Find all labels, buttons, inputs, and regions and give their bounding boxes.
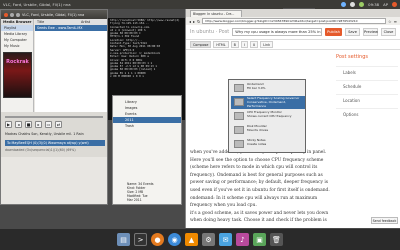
- download-status: downloaded (Ov(sequencial)1)(1)(60) (69%…: [5, 148, 76, 152]
- settings-location[interactable]: Location: [336, 94, 398, 108]
- vlc-icon[interactable]: ▲: [185, 233, 198, 246]
- back-icon[interactable]: ◂: [189, 19, 191, 24]
- minimize-icon[interactable]: [10, 12, 14, 17]
- files-icon[interactable]: ▤: [117, 233, 130, 246]
- navigation-bar: ◂ ▸ ↻ http://www.blogger.com/blogger.g?b…: [186, 17, 400, 25]
- now-playing-text: Madras Chakhs Son, Kenstly, Ursbile mil.…: [5, 132, 84, 136]
- fm-info-panel: Name: 34 Events Kind: Folder Size: 2 MB …: [127, 182, 177, 202]
- post-title-input[interactable]: Why my cpu usage is always more than 25%…: [232, 28, 322, 36]
- fm-item-trash[interactable]: Trash: [113, 123, 181, 129]
- applet-row-selected[interactable]: Select Frequency Scaling Governor Conser…: [231, 96, 305, 109]
- applet-thumb-icon: [234, 112, 244, 120]
- next-button[interactable]: ▸: [35, 121, 42, 128]
- settings-schedule[interactable]: Schedule: [336, 80, 398, 94]
- link-button[interactable]: Link: [260, 41, 274, 48]
- player-titlebar[interactable]: VLC, Ford, Ursbile, Gödal, Fli(1) nna: [1, 10, 107, 19]
- post-settings-panel: Post settings Labels Schedule Location O…: [336, 54, 398, 224]
- terminal-line: x 00 M 000000 x 0 0 x: [110, 75, 144, 79]
- italic-button[interactable]: I: [240, 41, 248, 48]
- applet-desc: Mounts drives: [247, 127, 269, 132]
- media-player-window: VLC, Ford, Ursbile, Gödal, Fli(1) nna Me…: [0, 9, 108, 205]
- tab-blogger[interactable]: Blogger: In ubuntu - Cre...: [190, 10, 242, 17]
- maximize-icon[interactable]: [16, 12, 20, 17]
- music-icon[interactable]: ♪: [236, 233, 249, 246]
- clock[interactable]: 09:38: [368, 2, 379, 7]
- chrome-icon[interactable]: ◉: [168, 233, 181, 246]
- applet-desc: Create notes: [247, 141, 267, 146]
- trash-icon[interactable]: 🗑: [270, 233, 283, 246]
- dock: ▤ > ● ◉ ▲ ⚙ ✉ ♪ ▣ 🗑: [0, 229, 400, 250]
- applet-row[interactable]: CPU Frequency Monitor Shows current CPU …: [231, 110, 305, 123]
- applet-thumb-icon: [234, 126, 244, 134]
- send-feedback-button[interactable]: Send feedback: [371, 217, 398, 224]
- compose-mode-button[interactable]: Compose: [190, 41, 212, 48]
- bookmark-star-icon[interactable]: ☆: [388, 19, 392, 24]
- applet-thumb-icon: [234, 84, 244, 92]
- tab-strip: Blogger: In ubuntu - Cre...: [186, 9, 400, 17]
- bold-button[interactable]: B: [230, 41, 239, 48]
- applet-desc: Shows current CPU frequency: [247, 113, 292, 118]
- top-menu-bar: VLC, Ford, Ursbile, Gödal, Fli(1) nna 09…: [0, 0, 400, 9]
- applet-row[interactable]: Disk Mounter Mounts drives: [231, 124, 305, 137]
- applet-chooser-dialog: Ondemand Fill bar 3.0% Select Frequency …: [228, 79, 306, 153]
- player-window-title: VLC, Ford, Ursbile, Gödal, Fli(1) nna: [22, 12, 85, 17]
- preview-button[interactable]: Preview: [363, 28, 378, 36]
- stop-button[interactable]: ■: [25, 121, 32, 128]
- terminal-icon[interactable]: >: [134, 233, 147, 246]
- user-menu[interactable]: AP: [383, 2, 388, 7]
- close-icon[interactable]: [4, 12, 8, 17]
- previous-button[interactable]: ◂: [15, 121, 22, 128]
- html-mode-button[interactable]: HTML: [213, 41, 229, 48]
- mail-icon[interactable]: ✉: [219, 233, 232, 246]
- transport-buttons: ▶ ◂ ■ ▸ ▭ ⇄: [5, 121, 62, 128]
- reload-icon[interactable]: ↻: [197, 19, 200, 24]
- address-bar[interactable]: http://www.blogger.com/blogger.g?blogID=…: [202, 18, 387, 24]
- system-tray: 09:38 AP: [341, 2, 397, 7]
- fullscreen-button[interactable]: ▭: [45, 121, 52, 128]
- battery-icon[interactable]: [359, 2, 365, 7]
- post-paragraph: it's a good scheme, as it saves power an…: [190, 210, 329, 224]
- publish-button[interactable]: Publish: [325, 28, 342, 36]
- editor-toolbar: Compose HTML B I U Link: [186, 40, 400, 50]
- post-settings-heading: Post settings: [336, 54, 368, 60]
- menu-icon[interactable]: ≡: [394, 19, 397, 24]
- applet-row[interactable]: Ondemand Fill bar 3.0%: [231, 82, 305, 95]
- sidebar-item-my-music[interactable]: My Music: [1, 43, 33, 49]
- underline-button[interactable]: U: [249, 41, 259, 48]
- settings-options[interactable]: Options: [336, 108, 398, 122]
- applet-thumb-icon: [234, 140, 244, 148]
- applet-desc: Fill bar 3.0%: [247, 85, 266, 90]
- active-window-title: VLC, Ford, Ursbile, Gödal, Fli(1) nna: [3, 2, 71, 7]
- stream-row[interactable]: To MayBeeEQH (0)(3)(0) Wwwmaya at(wp) y(…: [5, 140, 105, 146]
- blog-breadcrumb[interactable]: In ubuntu · Post: [190, 29, 229, 35]
- photos-icon[interactable]: ▣: [253, 233, 266, 246]
- playlist-row[interactable]: Seeds Ewe - www.TamiL.MX: [35, 25, 107, 31]
- applet-row[interactable]: Sticky Notes Create notes: [231, 138, 305, 151]
- shuffle-button[interactable]: ⇄: [55, 121, 62, 128]
- close-button[interactable]: Close: [381, 28, 396, 36]
- play-button[interactable]: ▶: [5, 121, 12, 128]
- volume-icon[interactable]: [350, 2, 356, 7]
- settings-icon[interactable]: ⚙: [202, 233, 215, 246]
- power-icon[interactable]: [392, 2, 397, 7]
- applet-thumb-icon: [234, 98, 244, 106]
- playlist-panel: Title Artist Seeds Ewe - www.TamiL.MX: [35, 19, 107, 112]
- album-cover: Rockrak: [3, 52, 32, 98]
- player-controls: ▶ ◂ ■ ▸ ▭ ⇄ Madras Chakhs Son, Kenstly, …: [1, 112, 107, 157]
- fm-info-line: Mar 2011: [127, 198, 142, 202]
- post-paragraph: when you've added it, you'll see your cp…: [190, 150, 330, 209]
- forward-icon[interactable]: ▸: [193, 19, 195, 24]
- seek-slider[interactable]: [5, 116, 103, 118]
- save-button[interactable]: Save: [345, 28, 360, 36]
- network-icon[interactable]: [341, 2, 347, 7]
- file-manager-window: Library Images Events 2011 Trash Name: 3…: [112, 95, 182, 205]
- settings-labels[interactable]: Labels: [336, 66, 398, 80]
- applet-desc: Conservative, Ondemand, Performance: [247, 99, 287, 108]
- post-editor-header: In ubuntu · Post Why my cpu usage is alw…: [186, 25, 400, 40]
- firefox-icon[interactable]: ●: [151, 233, 164, 246]
